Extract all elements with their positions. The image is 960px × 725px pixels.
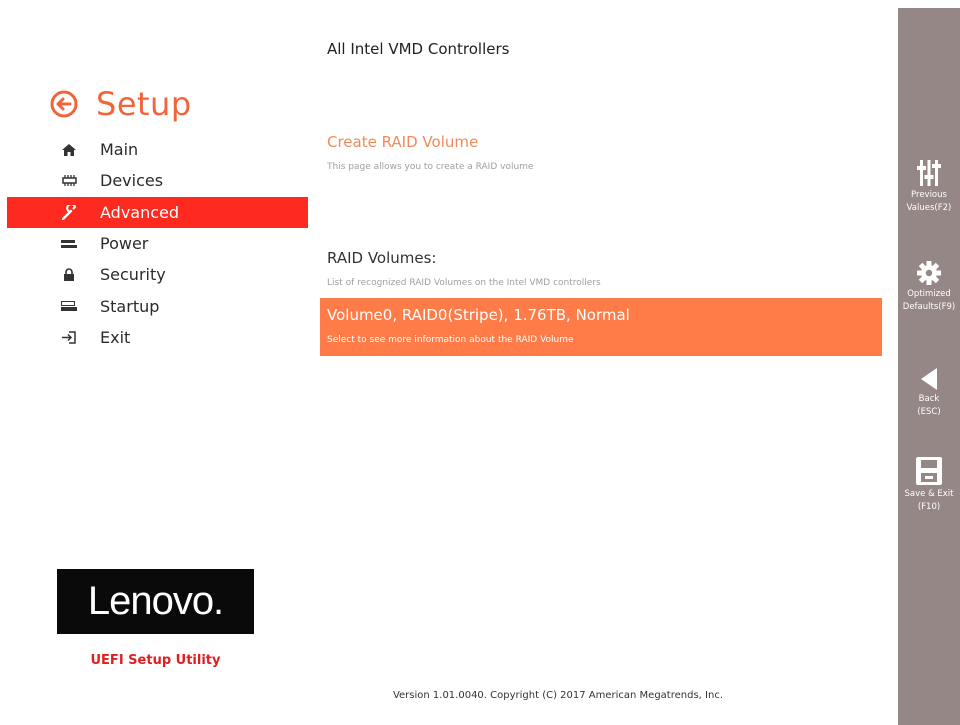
sidebar-item-main[interactable]: Main: [0, 134, 308, 165]
raid-volume-description: Select to see more information about the…: [327, 335, 574, 345]
raid-volumes-description: List of recognized RAID Volumes on the I…: [327, 278, 601, 288]
back-button[interactable]: Back (ESC): [898, 368, 960, 419]
previous-values-button[interactable]: Previous Values(F2): [898, 160, 960, 215]
exit-icon: [60, 328, 78, 346]
back-circle-icon[interactable]: [50, 90, 78, 118]
create-raid-volume-link[interactable]: Create RAID Volume: [327, 133, 478, 151]
save-exit-button[interactable]: Save & Exit (F10): [898, 457, 960, 514]
back-arrow-icon: [898, 368, 960, 390]
wrench-icon: [60, 203, 78, 221]
action-bar: Previous Values(F2) Optimized Defaults(F…: [898, 8, 960, 725]
optimized-defaults-label: Optimized Defaults(F9): [902, 289, 956, 312]
home-icon: [60, 141, 78, 159]
sidebar-item-exit[interactable]: Exit: [0, 322, 308, 353]
sidebar-item-label: Power: [100, 234, 149, 254]
sidebar-item-label: Main: [100, 140, 139, 160]
utility-label: UEFI Setup Utility: [90, 653, 221, 668]
save-exit-label: Save & Exit (F10): [904, 489, 954, 512]
back-label: Back (ESC): [917, 394, 941, 417]
save-icon: [898, 457, 960, 485]
raid-volume-item[interactable]: Volume0, RAID0(Stripe), 1.76TB, Normal S…: [320, 298, 882, 356]
raid-volumes-heading: RAID Volumes:: [327, 249, 437, 267]
create-raid-volume-description: This page allows you to create a RAID vo…: [327, 162, 534, 172]
version-footer: Version 1.01.0040. Copyright (C) 2017 Am…: [392, 690, 723, 701]
sliders-icon: [898, 160, 960, 186]
setup-header: Setup: [50, 82, 192, 126]
gear-icon: [898, 261, 960, 285]
sidebar-item-advanced[interactable]: Advanced: [7, 196, 308, 228]
sidebar-item-label: Exit: [100, 327, 131, 347]
logo-text: Lenovo.: [87, 579, 224, 623]
sidebar-item-devices[interactable]: Devices: [0, 165, 308, 196]
sidebar-nav: Main Devices Advanced Power Security Sta…: [0, 134, 308, 353]
sidebar-item-label: Advanced: [100, 202, 180, 222]
sidebar-item-label: Devices: [100, 171, 164, 191]
setup-title: Setup: [96, 85, 192, 123]
main-panel: All Intel VMD Controllers Create RAID Vo…: [320, 0, 883, 725]
lock-icon: [60, 266, 78, 284]
page-title: All Intel VMD Controllers: [327, 40, 510, 58]
startup-icon: [60, 297, 78, 315]
optimized-defaults-button[interactable]: Optimized Defaults(F9): [898, 261, 960, 314]
previous-values-label: Previous Values(F2): [906, 190, 952, 213]
sidebar-item-startup[interactable]: Startup: [0, 290, 308, 321]
sidebar-item-label: Security: [100, 265, 166, 285]
raid-volume-title: Volume0, RAID0(Stripe), 1.76TB, Normal: [327, 306, 630, 324]
lenovo-logo: Lenovo.: [57, 569, 254, 634]
sidebar-item-security[interactable]: Security: [0, 259, 308, 290]
sidebar-item-label: Startup: [100, 296, 160, 316]
sidebar-item-power[interactable]: Power: [0, 228, 308, 259]
power-icon: [60, 235, 78, 253]
devices-icon: [60, 172, 78, 190]
